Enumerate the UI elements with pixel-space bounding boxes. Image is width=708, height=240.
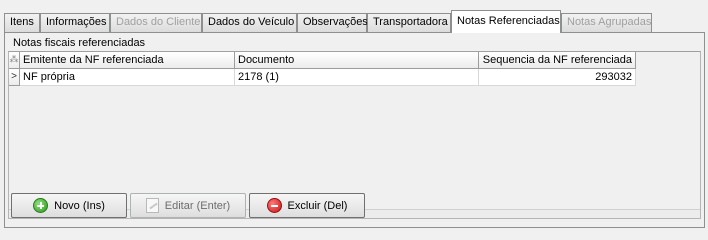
- cell-documento[interactable]: 2178 (1): [235, 69, 479, 86]
- add-icon: [33, 198, 49, 213]
- tab-panel: Notas fiscais referenciadas ⁂ Emitente d…: [4, 32, 705, 228]
- edit-icon: [145, 198, 159, 213]
- editar-button-label: Editar (Enter): [164, 199, 231, 212]
- tab-observacoes[interactable]: Observações: [297, 13, 368, 32]
- tab-notas-referenciadas[interactable]: Notas Referenciadas: [451, 10, 561, 33]
- novo-button[interactable]: Novo (Ins): [11, 193, 127, 218]
- tab-transportadora[interactable]: Transportadora: [367, 13, 451, 32]
- tab-dados-do-cliente: Dados do Cliente: [110, 13, 202, 32]
- cell-sequencia[interactable]: 293032: [479, 69, 636, 86]
- delete-icon: [266, 198, 282, 213]
- tab-itens[interactable]: Itens: [4, 13, 40, 32]
- select-all-indicator[interactable]: ⁂: [9, 52, 20, 69]
- novo-button-label: Novo (Ins): [54, 199, 105, 212]
- tab-dados-do-veiculo[interactable]: Dados do Veículo: [202, 13, 297, 32]
- row-indicator-icon[interactable]: >: [9, 69, 20, 86]
- cell-emitente[interactable]: NF própria: [20, 69, 235, 86]
- column-header-sequencia[interactable]: Sequencia da NF referenciada: [479, 52, 636, 69]
- excluir-button[interactable]: Excluir (Del): [249, 193, 365, 218]
- tab-bar: Itens Informações Dados do Cliente Dados…: [4, 10, 704, 33]
- group-label: Notas fiscais referenciadas: [13, 37, 146, 49]
- tab-notas-agrupadas: Notas Agrupadas: [561, 13, 652, 32]
- tab-informacoes[interactable]: Informações: [40, 13, 110, 32]
- column-header-documento[interactable]: Documento: [235, 52, 479, 69]
- column-header-emitente[interactable]: Emitente da NF referenciada: [20, 52, 235, 69]
- excluir-button-label: Excluir (Del): [287, 199, 348, 212]
- editar-button[interactable]: Editar (Enter): [130, 193, 246, 218]
